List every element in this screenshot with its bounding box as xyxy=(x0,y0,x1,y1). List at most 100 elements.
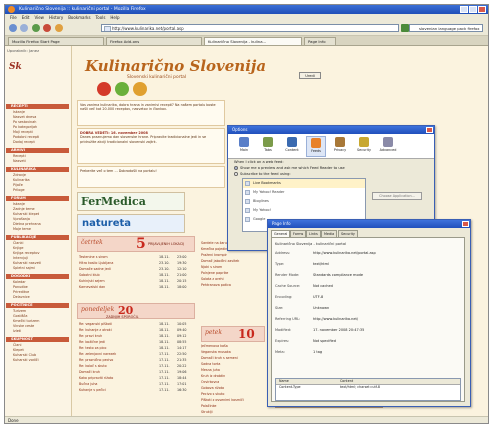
sidebar-item[interactable]: Kmečki turizem xyxy=(13,319,39,323)
close-button[interactable] xyxy=(478,6,486,13)
menu-help[interactable]: Help xyxy=(110,14,119,21)
feed-preview-option[interactable]: Show me a preview and ask me which Feed … xyxy=(234,166,345,170)
event-row[interactable]: Testenine s sirom 18.11. 23:00 xyxy=(79,255,197,260)
sidebar-section-skupnost[interactable]: SKUPNOST xyxy=(6,337,69,342)
new-recipe-row[interactable]: Piškoti z ovsenimi kosmiči xyxy=(201,398,265,403)
new-recipe-row[interactable]: Sadna torta xyxy=(201,362,265,367)
sidebar-item[interactable]: Pijače xyxy=(13,183,23,187)
new-recipe-row[interactable]: Domači kruh s semeni xyxy=(201,356,265,361)
sidebar-item[interactable]: Vinske ceste xyxy=(13,324,34,328)
options-tab-advanced[interactable]: Advanced xyxy=(378,136,398,157)
message-row[interactable]: Re: kolač s skuto 17.11. 20:22 xyxy=(79,364,197,369)
new-recipe-row[interactable]: Ječmenova kaša xyxy=(201,344,265,349)
tab-start-page[interactable]: Mozilla Firefox Start Page xyxy=(8,37,104,45)
options-tab-security[interactable]: Security xyxy=(354,136,374,157)
sidebar-section-kulinarika[interactable]: KULINARIKA xyxy=(6,167,69,172)
event-row[interactable]: Hitro kosilo Ljubljana 23.10. 19:30 xyxy=(79,261,197,266)
sidebar-item[interactable]: Vprašanja xyxy=(13,217,30,221)
sidebar-item[interactable]: Kulinarika xyxy=(13,178,30,182)
meta-row[interactable]: Content-Type text/html; charset=utf-8 xyxy=(276,385,460,390)
sidebar-item[interactable]: Priloge xyxy=(13,188,25,192)
sidebar-item[interactable]: Nasveti xyxy=(13,159,26,163)
sidebar-section-pocitnice[interactable]: POČITNICE xyxy=(6,303,69,308)
reader-item[interactable]: My Yahoo! xyxy=(243,206,365,215)
stop-icon[interactable] xyxy=(43,24,51,32)
sidebar-section-recepti[interactable]: RECEPTI xyxy=(6,104,69,109)
forward-icon[interactable] xyxy=(20,24,28,32)
message-row[interactable]: Kuhanje v pečici 17.11. 16:30 xyxy=(79,388,197,393)
tab-general[interactable]: General xyxy=(271,230,291,237)
event-row[interactable]: Karnevalski dan 18.11. 18:00 xyxy=(79,285,197,290)
preview-radio[interactable] xyxy=(234,166,238,170)
news-more[interactable]: Preberite več o tem ... Dobrodošli na po… xyxy=(80,169,157,173)
sidebar-item[interactable]: Turizem xyxy=(13,309,26,313)
message-row[interactable]: Domači kruh 17.11. 19:06 xyxy=(79,370,197,375)
go-icon[interactable] xyxy=(401,24,409,32)
sidebar-item[interactable]: Nasvet dneva xyxy=(13,115,36,119)
new-recipe-row[interactable]: Gobova rižota xyxy=(201,386,265,391)
address-bar[interactable]: http://www.kulinarika.net/portal.asp xyxy=(101,24,399,32)
edit-button[interactable]: Uredi xyxy=(299,72,321,79)
sidebar-item[interactable]: Delavnice xyxy=(13,295,30,299)
message-row[interactable]: Re: božične jedi 18.11. 08:55 xyxy=(79,340,197,345)
sidebar-item[interactable]: Iskanje xyxy=(13,202,25,206)
reader-item[interactable]: Live Bookmarks xyxy=(243,179,365,188)
recipe-row[interactable]: Pehtranova potica xyxy=(201,283,261,288)
menu-file[interactable]: File xyxy=(10,14,17,21)
sidebar-section-dogodki[interactable]: DOGODKI xyxy=(6,274,69,279)
sidebar-item[interactable]: Dietna prehrana xyxy=(13,222,41,226)
search-input[interactable]: slovenian language pack firefox xyxy=(409,24,483,32)
sidebar-item[interactable]: Knjiga receptov xyxy=(13,251,39,255)
subscribe-radio[interactable] xyxy=(234,172,238,176)
page-info-close-button[interactable] xyxy=(462,221,469,227)
natureta-ad[interactable]: natureta xyxy=(77,214,185,233)
reload-icon[interactable] xyxy=(32,24,40,32)
fermedica-ad[interactable]: FerMedica xyxy=(77,192,185,211)
site-logo[interactable]: Sk xyxy=(9,62,22,72)
tab-addons[interactable]: Firefox Add-ons xyxy=(106,37,202,45)
sidebar-item[interactable]: Podobni recepti xyxy=(13,135,39,139)
menu-bookmarks[interactable]: Bookmarks xyxy=(68,14,90,21)
site-title[interactable]: Kulinarično Slovenija xyxy=(85,57,266,75)
menu-edit[interactable]: Edit xyxy=(22,14,30,21)
menu-tools[interactable]: Tools xyxy=(96,14,106,21)
maximize-button[interactable] xyxy=(469,6,477,13)
event-row[interactable]: Domače sadne jedi 23.10. 12:10 xyxy=(79,267,197,272)
options-tab-content[interactable]: Content xyxy=(282,136,302,157)
sidebar-item[interactable]: Kuharski klepet xyxy=(13,212,39,216)
sidebar-item[interactable]: Kuharski nasveti xyxy=(13,261,41,265)
recipe-row[interactable]: Praženi krompir xyxy=(201,253,261,258)
sidebar-item[interactable]: Po kategorijah xyxy=(13,125,37,129)
recipe-row[interactable]: Polnjene paprike xyxy=(201,271,261,276)
sidebar-item[interactable]: Spletni sajmi xyxy=(13,266,35,270)
menu-view[interactable]: View xyxy=(34,14,44,21)
sidebar-item[interactable]: Kuharski Club xyxy=(13,353,36,357)
new-recipe-row[interactable]: Mesna juha xyxy=(201,368,265,373)
recipe-row[interactable]: Njoki s sirom xyxy=(201,265,261,270)
new-recipe-row[interactable]: Palačinke xyxy=(201,404,265,409)
home-icon[interactable] xyxy=(55,24,63,32)
sidebar-section-forum[interactable]: FORUM xyxy=(6,196,69,201)
sidebar-item[interactable]: Moje teme xyxy=(13,227,31,231)
sidebar-item[interactable]: Intervjuji xyxy=(13,256,28,260)
reader-item[interactable]: Bloglines xyxy=(243,197,365,206)
minimize-button[interactable] xyxy=(460,6,468,13)
tab-security[interactable]: Security xyxy=(338,230,358,237)
reader-item[interactable]: My Yahoo! Reader xyxy=(243,188,365,197)
message-row[interactable]: Bučna juha 17.11. 17:01 xyxy=(79,382,197,387)
message-row[interactable]: Re: pravi kruh 18.11. 09:12 xyxy=(79,334,197,339)
new-recipe-row[interactable]: Kruh iz drobtin xyxy=(201,374,265,379)
options-tab-tabs[interactable]: Tabs xyxy=(258,136,278,157)
message-row[interactable]: Re: zelenjavni narezek 17.11. 22:50 xyxy=(79,352,197,357)
sidebar-item[interactable]: Koledar xyxy=(13,280,26,284)
sidebar-section-publikacije[interactable]: PUBLIKACIJE xyxy=(6,235,69,240)
sidebar-item[interactable]: Recepti xyxy=(13,154,26,158)
sidebar-item[interactable]: Po sestavinah xyxy=(13,120,36,124)
sidebar-item[interactable]: Prireditve xyxy=(13,290,29,294)
options-tab-privacy[interactable]: Privacy xyxy=(330,136,350,157)
menu-history[interactable]: History xyxy=(49,14,63,21)
message-row[interactable]: Re: testo za pico 18.11. 14:17 xyxy=(79,346,197,351)
sidebar-item[interactable]: Zdravje xyxy=(13,173,26,177)
sidebar-item[interactable]: Članki xyxy=(13,241,23,245)
new-recipe-row[interactable]: Štruklji xyxy=(201,410,265,415)
